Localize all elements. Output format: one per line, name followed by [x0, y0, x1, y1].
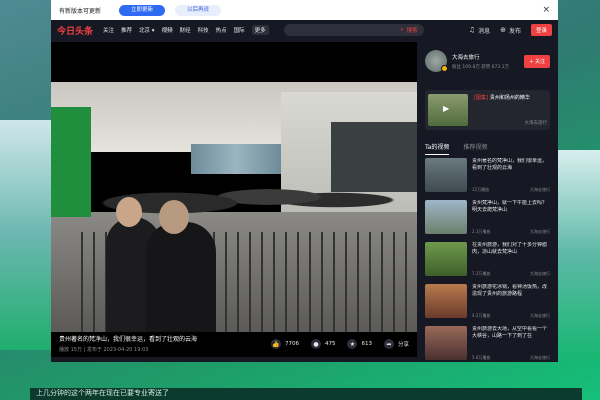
- like-button[interactable]: 👍 7706: [270, 339, 299, 349]
- share-icon: ➦: [383, 339, 394, 349]
- nav-item-international[interactable]: 国际: [234, 26, 245, 34]
- list-item[interactable]: 贵州旅游去大场，从空中看看一个大峡谷，山路一下了到了在 5.6万播放 大海去旅行: [425, 326, 550, 362]
- list-views: 4.2万播放: [472, 313, 491, 318]
- list-title[interactable]: 贵州旅游花冰锅，看钟汤饭热，改造现了贵州的旅游路程: [472, 284, 550, 298]
- nav-item-city[interactable]: 北京 ▾: [139, 26, 155, 34]
- sidebar: 大海去旅行 粉丝 109.8万 获赞 673.1万 + 关注 ▶ [图集] 贵州和…: [417, 42, 558, 362]
- list-author: 大海去旅行: [530, 229, 550, 234]
- video-person-1-head: [116, 197, 142, 227]
- author-name[interactable]: 大海去旅行: [452, 53, 509, 61]
- nav-item-recommend[interactable]: 推荐: [121, 26, 132, 34]
- nav-item-follow[interactable]: 关注: [103, 26, 114, 34]
- video-frame[interactable]: [51, 82, 417, 332]
- list-title[interactable]: 在贵州旅游，我们对了十多分钟腊肉，凉山就去梵净山: [472, 242, 550, 256]
- video-person-2: [146, 222, 216, 332]
- list-text: 贵州梵净山，就一下午能上去吗？明天去爬梵净山 2.3万播放 大海去旅行: [472, 200, 550, 236]
- publish-button[interactable]: ⊕ 发布: [500, 26, 521, 35]
- promo-card[interactable]: ▶ [图集] 贵州和扬州的精华 大海去旅行: [425, 90, 550, 130]
- list-thumbnail[interactable]: [425, 242, 467, 276]
- background-shape-right: [558, 150, 600, 360]
- comment-button[interactable]: ● 475: [310, 339, 336, 349]
- favorite-count: 613: [361, 341, 372, 347]
- comment-icon: ●: [310, 339, 321, 349]
- list-item[interactable]: 贵州著名的梵净山，我们很幸运，看到了壮观的云海 15万播放 大海去旅行: [425, 158, 550, 194]
- list-thumbnail[interactable]: [425, 284, 467, 318]
- background-shape-left: [0, 120, 52, 350]
- bell-icon: ♫: [468, 26, 476, 34]
- promo-text: [图集] 贵州和扬州的精华 大海去旅行: [474, 94, 547, 126]
- update-message: 有新版本可更新: [59, 7, 102, 15]
- thumbs-up-icon: 👍: [270, 339, 281, 349]
- list-thumbnail[interactable]: [425, 326, 467, 360]
- browser-window: 有新版本可更新 立即更新 以后再说 × 今日头条 关注 推荐 北京 ▾ 视频 财…: [51, 0, 558, 362]
- list-item[interactable]: 贵州旅游花冰锅，看钟汤饭热，改造现了贵州的旅游路程 4.2万播放 大海去旅行: [425, 284, 550, 320]
- nav-item-video[interactable]: 视频: [162, 26, 173, 34]
- messages-label: 消息: [478, 27, 491, 35]
- video-list: 贵州著名的梵净山，我们很幸运，看到了壮观的云海 15万播放 大海去旅行 贵州梵净…: [417, 155, 558, 362]
- share-label: 分享: [397, 342, 409, 348]
- list-thumbnail[interactable]: [425, 158, 467, 192]
- search-input[interactable]: ⌕ 搜索: [283, 24, 424, 36]
- plus-circle-icon: ⊕: [500, 26, 506, 34]
- like-count: 7706: [284, 341, 299, 347]
- nav-item-tech[interactable]: 科技: [198, 26, 209, 34]
- avatar[interactable]: [425, 50, 448, 72]
- update-later-button[interactable]: 以后再说: [175, 4, 222, 16]
- tab-author-videos[interactable]: Ta的视频: [425, 142, 450, 155]
- list-views: 5.6万播放: [472, 355, 491, 360]
- list-text: 贵州旅游去大场，从空中看看一个大峡谷，山路一下了到了在 5.6万播放 大海去旅行: [472, 326, 550, 362]
- star-icon: ★: [347, 339, 358, 349]
- publish-label: 发布: [508, 27, 521, 35]
- list-title[interactable]: 贵州著名的梵净山，我们很幸运，看到了壮观的云海: [472, 158, 550, 172]
- list-views: 15万播放: [472, 187, 490, 192]
- favorite-button[interactable]: ★ 613: [347, 339, 372, 349]
- nav-right: ♫ 消息 ⊕ 发布 登录: [459, 24, 552, 36]
- verified-icon: [441, 65, 448, 72]
- list-author: 大海去旅行: [530, 187, 550, 192]
- list-views: 2.3万播放: [472, 229, 491, 234]
- play-icon: ▶: [443, 104, 450, 113]
- follow-button[interactable]: + 关注: [524, 54, 550, 68]
- search-icon: ⌕: [400, 26, 404, 33]
- list-author: 大海去旅行: [530, 355, 550, 360]
- login-button[interactable]: 登录: [530, 24, 552, 36]
- author-card: 大海去旅行 粉丝 109.8万 获赞 673.1万 + 关注: [417, 42, 558, 72]
- list-views: 7.2万播放: [472, 271, 491, 276]
- list-text: 贵州著名的梵净山，我们很幸运，看到了壮观的云海 15万播放 大海去旅行: [472, 158, 550, 194]
- site-logo[interactable]: 今日头条: [57, 24, 93, 37]
- update-now-button[interactable]: 立即更新: [119, 4, 166, 16]
- tab-recommended[interactable]: 推荐视频: [463, 142, 487, 155]
- video-tabs: Ta的视频 推荐视频: [417, 142, 558, 155]
- promo-tag: [图集]: [474, 95, 488, 101]
- close-icon[interactable]: ×: [542, 5, 550, 15]
- list-item[interactable]: 在贵州旅游，我们对了十多分钟腊肉，凉山就去梵净山 7.2万播放 大海去旅行: [425, 242, 550, 278]
- author-info: 大海去旅行 粉丝 109.8万 获赞 673.1万: [452, 53, 509, 70]
- video-person-2-head: [159, 200, 189, 234]
- list-title[interactable]: 贵州梵净山，就一下午能上去吗？明天去爬梵净山: [472, 200, 550, 214]
- nav-item-finance[interactable]: 财经: [180, 26, 191, 34]
- subtitle-bar: 上几分钟的这个两年在现在已要专业寄送了: [30, 388, 582, 400]
- promo-thumbnail[interactable]: ▶: [428, 94, 468, 126]
- nav-item-hot[interactable]: 热点: [216, 26, 227, 34]
- author-stats: 粉丝 109.8万 获赞 673.1万: [452, 64, 510, 70]
- nav-item-more[interactable]: 更多: [251, 25, 269, 35]
- top-nav: 今日头条 关注 推荐 北京 ▾ 视频 财经 科技 热点 国际 更多 ⌕ 搜索 ♫…: [51, 20, 558, 40]
- share-button[interactable]: ➦ 分享: [383, 339, 409, 349]
- comment-count: 475: [324, 341, 336, 347]
- promo-title-text: 贵州和扬州的精华: [489, 95, 530, 101]
- list-author: 大海去旅行: [530, 313, 550, 318]
- update-bar: 有新版本可更新 立即更新 以后再说 ×: [51, 0, 558, 20]
- list-thumbnail[interactable]: [425, 200, 467, 234]
- video-actions: 👍 7706 ● 475 ★ 613 ➦ 分享: [259, 339, 409, 349]
- list-author: 大海去旅行: [530, 271, 550, 276]
- promo-title[interactable]: [图集] 贵州和扬州的精华: [474, 94, 547, 101]
- list-text: 在贵州旅游，我们对了十多分钟腊肉，凉山就去梵净山 7.2万播放 大海去旅行: [472, 242, 550, 278]
- list-text: 贵州旅游花冰锅，看钟汤饭热，改造现了贵州的旅游路程 4.2万播放 大海去旅行: [472, 284, 550, 320]
- list-title[interactable]: 贵州旅游去大场，从空中看看一个大峡谷，山路一下了到了在: [472, 326, 550, 340]
- promo-author: 大海去旅行: [524, 121, 548, 126]
- search-label[interactable]: 搜索: [407, 26, 418, 34]
- list-item[interactable]: 贵州梵净山，就一下午能上去吗？明天去爬梵净山 2.3万播放 大海去旅行: [425, 200, 550, 236]
- messages-button[interactable]: ♫ 消息: [469, 26, 490, 35]
- video-player[interactable]: 贵州著名的梵净山，我们很幸运，看到了壮观的云海 播放 15万 | 发布于 202…: [51, 42, 417, 357]
